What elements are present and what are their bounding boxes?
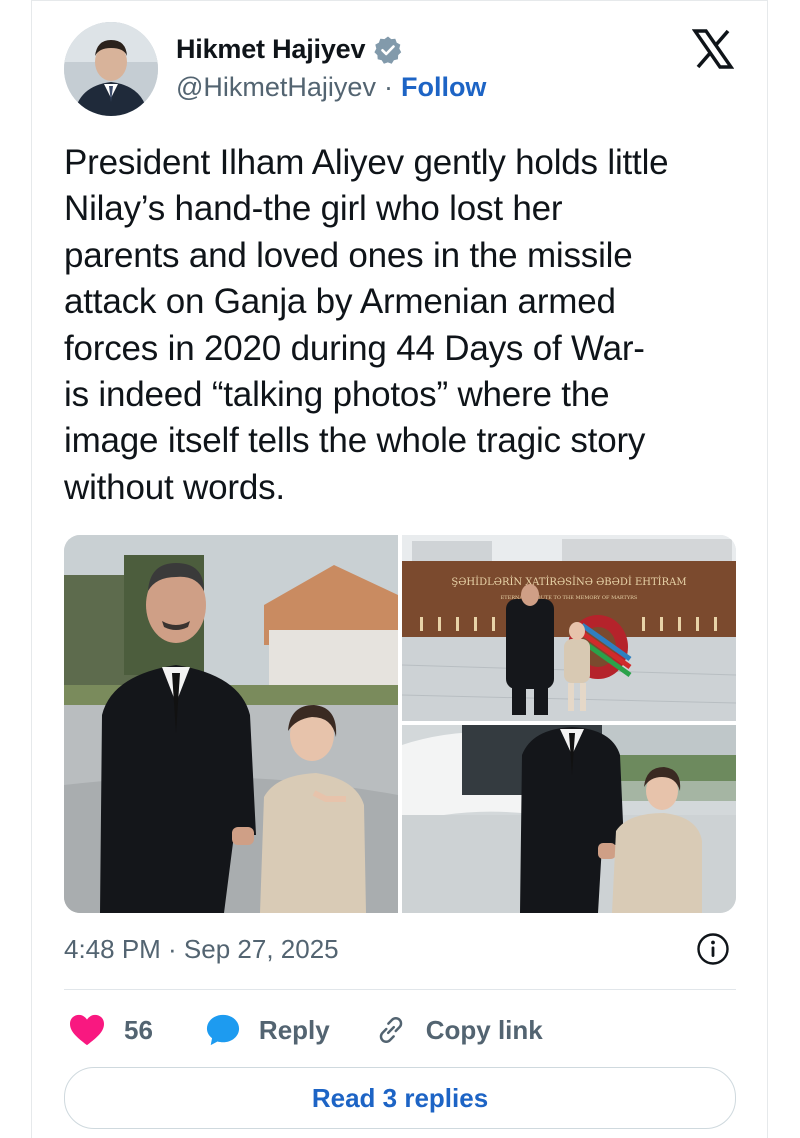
follow-button[interactable]: Follow bbox=[401, 72, 486, 103]
divider bbox=[64, 989, 736, 990]
reply-button[interactable]: Reply bbox=[205, 1013, 330, 1047]
timestamp[interactable]: 4:48 PM · Sep 27, 2025 bbox=[64, 934, 339, 965]
like-count: 56 bbox=[124, 1014, 153, 1045]
photo-main[interactable] bbox=[64, 535, 398, 913]
reply-bubble-icon bbox=[206, 1014, 239, 1046]
author-handle[interactable]: @HikmetHajiyev bbox=[176, 72, 376, 103]
author-name-row: Hikmet Hajiyev bbox=[176, 34, 403, 65]
tweet-text: President Ilham Aliyev gently holds litt… bbox=[64, 143, 669, 507]
like-button[interactable]: 56 bbox=[68, 1013, 153, 1047]
memorial-sign-line1: ŞƏHİDLƏRİN XATİRƏSİNƏ ƏBƏDİ EHTİRAM bbox=[451, 576, 686, 588]
timestamp-row: 4:48 PM · Sep 27, 2025 bbox=[64, 930, 736, 970]
avatar[interactable] bbox=[64, 22, 158, 116]
photo-memorial[interactable]: ŞƏHİDLƏRİN XATİRƏSİNƏ ƏBƏDİ EHTİRAM ETER… bbox=[402, 535, 736, 721]
author-name[interactable]: Hikmet Hajiyev bbox=[176, 34, 366, 65]
frame-border-left bbox=[31, 0, 32, 1138]
info-icon[interactable] bbox=[696, 932, 730, 966]
read-replies-button[interactable]: Read 3 replies bbox=[64, 1067, 736, 1129]
tweet-header: Hikmet Hajiyev @HikmetHajiyev · Follow bbox=[64, 22, 736, 118]
photo-walking[interactable] bbox=[402, 725, 736, 913]
heart-icon bbox=[70, 1014, 104, 1046]
copy-link-button[interactable]: Copy link bbox=[374, 1013, 543, 1047]
tweet-media-grid: ŞƏHİDLƏRİN XATİRƏSİNƏ ƏBƏDİ EHTİRAM ETER… bbox=[64, 535, 736, 913]
separator-dot: · bbox=[383, 72, 393, 102]
link-icon bbox=[379, 1017, 402, 1043]
action-bar: 56 Reply Copy link bbox=[64, 1008, 736, 1052]
verified-badge-icon bbox=[373, 35, 403, 65]
tweet-card: Hikmet Hajiyev @HikmetHajiyev · Follow P… bbox=[64, 0, 736, 1138]
reply-label: Reply bbox=[258, 1014, 330, 1045]
author-handle-row: @HikmetHajiyev · Follow bbox=[176, 72, 486, 103]
frame-border-right bbox=[767, 0, 768, 1138]
copy-link-label: Copy link bbox=[425, 1014, 543, 1045]
x-logo-icon[interactable] bbox=[691, 28, 735, 70]
